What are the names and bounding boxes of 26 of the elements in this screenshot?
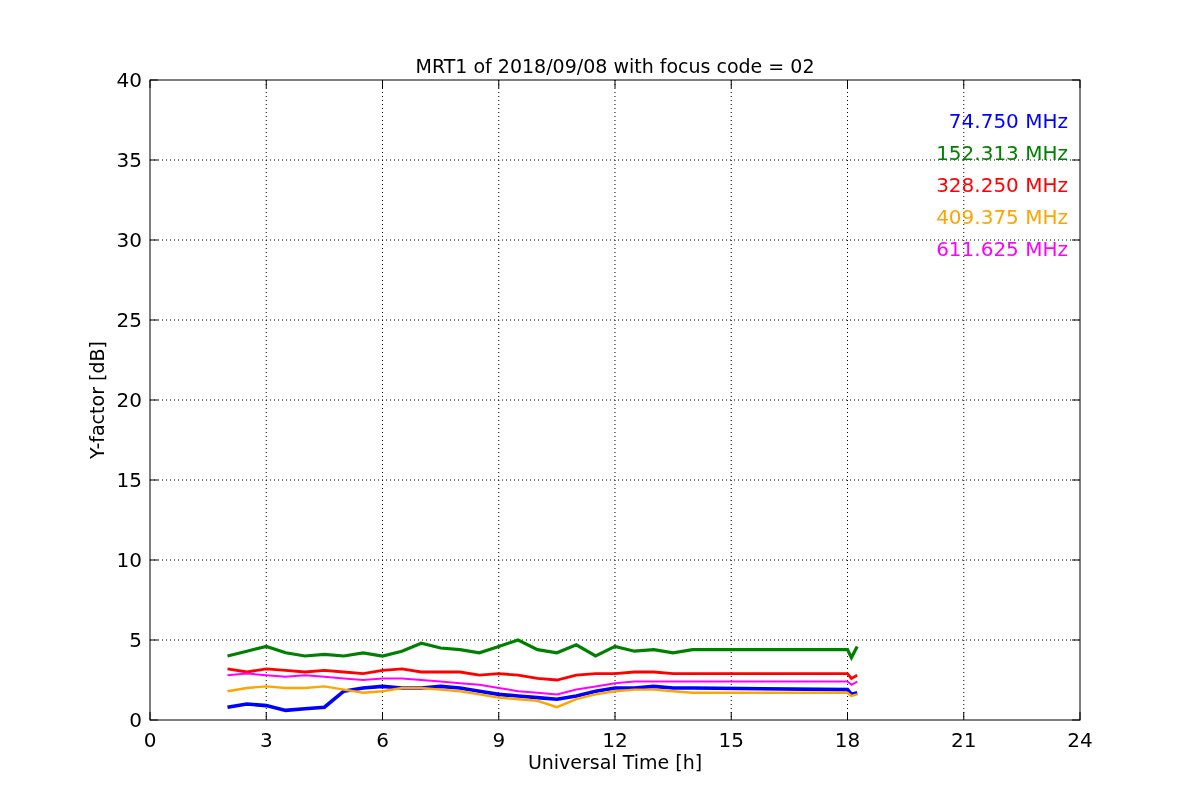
y-tick-label: 5	[129, 628, 142, 652]
legend-label: 328.250 MHz	[936, 173, 1068, 197]
y-tick-label: 35	[116, 148, 142, 172]
y-tick-label: 20	[116, 388, 142, 412]
chart-title: MRT1 of 2018/09/08 with focus code = 02	[415, 55, 815, 77]
x-tick-label: 3	[259, 728, 273, 752]
x-tick-label: 24	[1067, 728, 1093, 752]
x-tick-label: 12	[602, 728, 628, 752]
x-axis-label: Universal Time [h]	[527, 751, 703, 773]
legend-label: 409.375 MHz	[936, 205, 1068, 229]
y-tick-label: 15	[116, 468, 142, 492]
x-tick-label: 18	[834, 728, 861, 752]
legend-label: 611.625 MHz	[936, 237, 1068, 261]
y-tick-label: 0	[129, 708, 142, 732]
y-tick-label: 30	[116, 228, 142, 252]
x-tick-label: 6	[376, 728, 389, 752]
y-tick-label: 40	[116, 68, 142, 92]
x-tick-label: 15	[718, 728, 744, 752]
y-tick-label: 10	[116, 548, 142, 572]
x-tick-label: 21	[951, 728, 977, 752]
x-tick-label: 0	[143, 728, 157, 752]
legend-label: 152.313 MHz	[936, 141, 1068, 165]
y-tick-label: 25	[116, 308, 142, 332]
y-axis-label: Y-factor [dB]	[86, 341, 108, 459]
x-tick-label: 9	[492, 728, 506, 752]
legend-label: 74.750 MHz	[948, 109, 1068, 133]
